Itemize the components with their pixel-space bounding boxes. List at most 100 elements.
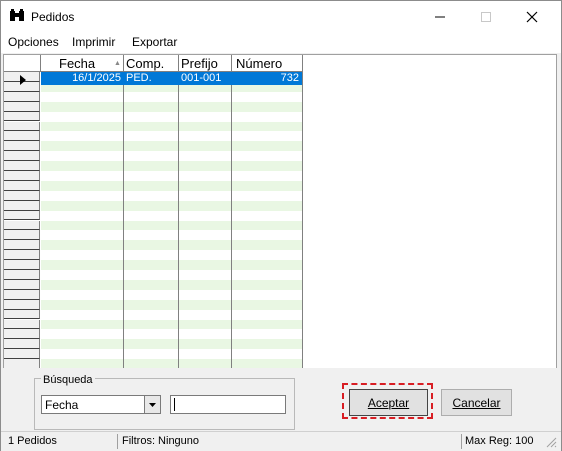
sort-arrow-icon: ▲ [114,60,121,67]
column-header-fecha[interactable]: Fecha ▲ [41,55,124,72]
row-indicator-cell[interactable] [4,329,40,340]
row-indicator-cell[interactable] [4,101,40,112]
column-header-comp[interactable]: Comp. [124,55,179,72]
empty-grid-row [41,299,302,310]
column-header-prefijo[interactable]: Prefijo [179,55,232,72]
status-separator [117,434,118,449]
row-indicator-cell[interactable] [4,161,40,171]
status-bar: 1 Pedidos Filtros: Ninguno Max Reg: 100 [1,431,561,451]
table-row[interactable]: 16/1/2025 PED. 001-001 732 [41,72,302,85]
status-record-count: 1 Pedidos [8,435,57,447]
menu-opciones[interactable]: Opciones [8,35,59,49]
row-indicator-cell[interactable] [4,200,40,211]
current-row-arrow-icon [20,74,26,88]
status-separator [461,434,462,449]
empty-grid-row [41,141,302,152]
search-field-select-value: Fecha [45,398,79,412]
grid-body [41,72,302,368]
menu-exportar[interactable]: Exportar [132,35,177,49]
row-indicator-cell[interactable] [4,279,40,290]
row-indicator-cell[interactable] [4,141,40,152]
column-divider [123,72,124,368]
empty-grid-row [41,151,302,162]
row-indicator-cell[interactable] [4,260,40,270]
row-indicator-cell[interactable] [4,349,40,360]
row-indicator-cell[interactable] [4,91,40,102]
orders-grid[interactable]: Fecha ▲ Comp. Prefijo Número 16/1/2025 P… [3,54,557,369]
empty-grid-row [41,329,302,340]
row-indicator-cell[interactable] [4,151,40,162]
empty-grid-row [41,190,302,201]
column-divider [178,72,179,368]
search-group-label: Búsqueda [41,374,95,386]
column-header-fecha-label: Fecha [59,56,96,71]
cancel-button-label: Cancelar [452,395,501,410]
empty-grid-row [41,200,302,211]
cancel-button[interactable]: Cancelar [441,389,512,416]
empty-grid-row [41,161,302,171]
row-indicator-cell[interactable] [4,240,40,251]
text-caret [174,398,175,411]
maximize-button[interactable] [463,1,509,32]
empty-grid-row [41,131,302,142]
row-indicator-cell[interactable] [4,121,40,132]
accept-button[interactable]: Aceptar [349,389,428,416]
empty-grid-row [41,121,302,132]
row-indicator-cell[interactable] [4,309,40,320]
resize-grip-icon[interactable] [545,436,557,448]
empty-grid-row [41,349,302,360]
minimize-icon [435,16,445,17]
window-title: Pedidos [31,10,75,24]
row-indicator-cell[interactable] [4,220,40,231]
title-bar[interactable]: Pedidos [1,1,561,32]
row-indicator-cell[interactable] [4,319,40,330]
row-indicator-cell[interactable] [4,210,40,221]
empty-grid-row [41,111,302,122]
column-header-numero[interactable]: Número [232,55,303,72]
row-indicator-cell[interactable] [4,190,40,201]
grid-header: Fecha ▲ Comp. Prefijo Número [4,55,304,72]
row-indicator-cell[interactable] [4,230,40,241]
row-indicator-cell[interactable] [4,131,40,142]
maximize-icon [481,11,491,22]
empty-grid-row [41,339,302,350]
cell-comp: PED. [126,72,152,84]
binoculars-icon [9,9,25,23]
row-indicator-cell[interactable] [4,180,40,191]
minimize-button[interactable] [417,1,463,32]
empty-grid-row [41,230,302,241]
header-corner [4,55,41,72]
empty-grid-row [41,279,302,290]
empty-grid-row [41,260,302,270]
close-icon [526,11,538,22]
empty-grid-row [41,171,302,181]
row-indicator-cell[interactable] [4,111,40,122]
empty-grid-row [41,250,302,261]
column-header-prefijo-label: Prefijo [181,56,218,71]
column-divider [302,72,303,368]
empty-grid-row [41,91,302,102]
column-divider [231,72,232,368]
row-indicator-column [4,72,40,368]
bottom-panel: Búsqueda Fecha Aceptar Cancelar [1,368,561,431]
row-indicator-cell[interactable] [4,339,40,350]
row-indicator-cell[interactable] [4,289,40,300]
cell-fecha: 16/1/2025 [72,72,121,84]
menu-imprimir[interactable]: Imprimir [72,35,115,49]
row-indicator-cell[interactable] [4,299,40,310]
row-indicator-cell[interactable] [4,250,40,261]
search-field-select[interactable]: Fecha [41,395,161,414]
column-header-comp-label: Comp. [126,56,165,71]
empty-grid-row [41,270,302,280]
close-button[interactable] [509,1,555,32]
empty-grid-row [41,309,302,320]
column-header-numero-label: Número [236,56,283,71]
pedidos-window: Pedidos Opciones Imprimir Exportar Fecha… [0,0,562,451]
row-indicator-cell[interactable] [4,171,40,181]
search-input[interactable] [170,395,286,414]
empty-grid-row [41,240,302,251]
empty-grid-row [41,180,302,191]
row-indicator-cell[interactable] [4,270,40,280]
empty-grid-row [41,101,302,112]
chevron-down-icon[interactable] [144,396,160,413]
